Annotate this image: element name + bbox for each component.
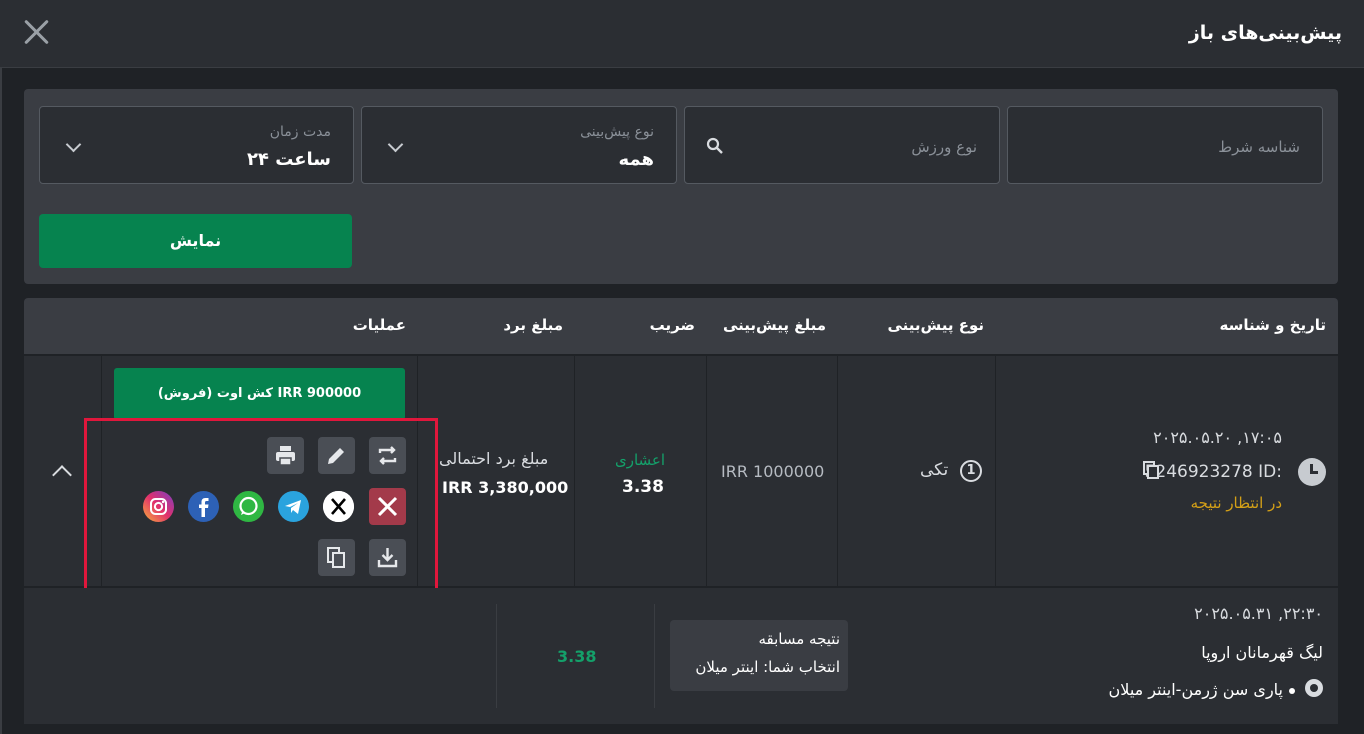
- bet-date: ۲۰۲۵.۰۵.۲۰ ,۱۷:۰۵: [1153, 428, 1282, 447]
- bet-type-value: همه: [618, 149, 654, 170]
- show-button[interactable]: نمایش: [39, 214, 352, 268]
- bet-type-label: تکی: [920, 460, 949, 480]
- instagram-icon: [143, 491, 174, 522]
- share-facebook-button[interactable]: [188, 491, 219, 522]
- period-value: ۲۴ ساعت: [246, 149, 331, 170]
- bet-id-input[interactable]: شناسه شرط: [1007, 106, 1323, 184]
- selection-odds: 3.38: [557, 647, 597, 666]
- edit-icon: [328, 448, 344, 464]
- bet-id-placeholder: شناسه شرط: [1218, 138, 1300, 156]
- modal-header: پیش‌بینی‌های باز: [0, 0, 1364, 68]
- search-icon: [706, 137, 723, 154]
- divider: [0, 68, 2, 734]
- header-win: مبلغ برد: [503, 316, 563, 334]
- bet-type-select[interactable]: نوع پیش‌بینی همه: [361, 106, 677, 184]
- sport-search-input[interactable]: نوع ورزش: [684, 106, 1000, 184]
- chevron-down-icon: [65, 136, 82, 153]
- divider: [101, 356, 102, 586]
- header-date-id: تاریخ و شناسه: [1219, 316, 1326, 334]
- close-icon[interactable]: [22, 18, 50, 46]
- share-telegram-button[interactable]: [278, 491, 309, 522]
- divider: [496, 604, 497, 708]
- repeat-button[interactable]: [369, 437, 406, 474]
- share-x-button[interactable]: [323, 491, 354, 522]
- possible-win-label: مبلغ برد احتمالی: [439, 449, 549, 468]
- table-row: ۲۰۲۵.۰۵.۲۰ ,۱۷:۰۵ 5246923278 ID: در انتظ…: [24, 356, 1338, 586]
- clock-icon: [1298, 458, 1326, 486]
- print-button[interactable]: [267, 437, 304, 474]
- cancel-button[interactable]: [369, 488, 406, 525]
- status-badge: در انتظار نتیجه: [1190, 494, 1282, 512]
- download-icon: [377, 548, 398, 568]
- chevron-up-icon[interactable]: [52, 465, 72, 485]
- header-bet-type: نوع پیش‌بینی: [887, 316, 984, 334]
- facebook-icon: [188, 491, 219, 522]
- page-title: پیش‌بینی‌های باز: [1188, 22, 1342, 44]
- edit-button[interactable]: [318, 437, 355, 474]
- selection-box: نتیجه مسابقه انتخاب شما: اینتر میلان: [670, 620, 848, 691]
- league-name: لیگ قهرمانان اروپا: [1201, 643, 1323, 662]
- odds-format: اعشاری: [615, 451, 666, 469]
- share-whatsapp-button[interactable]: [233, 491, 264, 522]
- odds-value: 3.38: [622, 477, 664, 497]
- telegram-icon: [278, 491, 309, 522]
- divider: [574, 356, 575, 586]
- whatsapp-icon: [233, 491, 264, 522]
- copy-icon: [327, 547, 345, 568]
- bet-id: 5246923278 ID:: [1145, 462, 1282, 482]
- possible-win-value: IRR 3,380,000: [442, 478, 569, 497]
- bet-type-label: نوع پیش‌بینی: [580, 124, 654, 140]
- bet-id-label: ID:: [1258, 462, 1282, 482]
- divider: [417, 356, 418, 586]
- bet-id-value: 5246923278: [1144, 462, 1253, 482]
- chevron-down-icon: [387, 136, 404, 153]
- cashout-button[interactable]: کش اوت (فروش) IRR 900000: [114, 368, 405, 420]
- filter-panel: شناسه شرط نوع ورزش نوع پیش‌بینی همه مدت …: [24, 89, 1338, 284]
- period-label: مدت زمان: [269, 124, 331, 140]
- divider: [995, 356, 996, 586]
- selection-name: انتخاب شما: اینتر میلان: [695, 658, 840, 676]
- sport-placeholder: نوع ورزش: [911, 138, 977, 156]
- period-select[interactable]: مدت زمان ۲۴ ساعت: [39, 106, 354, 184]
- cancel-icon: [377, 496, 398, 517]
- share-instagram-button[interactable]: [143, 491, 174, 522]
- header-odds: ضریب: [649, 316, 695, 334]
- divider: [654, 604, 655, 708]
- divider: [706, 356, 707, 586]
- soccer-ball-icon: [1305, 679, 1323, 697]
- match-name: پاری سن ژرمن-اینتر میلان: [1108, 680, 1283, 699]
- match-date: ۲۰۲۵.۰۵.۳۱ ,۲۲:۳۰: [1194, 604, 1323, 623]
- copy-icon[interactable]: [1143, 461, 1160, 480]
- download-button[interactable]: [369, 539, 406, 576]
- bullet: [1289, 688, 1295, 694]
- header-actions: عملیات: [352, 316, 406, 334]
- print-icon: [276, 446, 295, 466]
- market-name: نتیجه مسابقه: [758, 630, 840, 648]
- x-icon: [323, 491, 354, 522]
- stake-amount: IRR 1000000: [721, 462, 825, 481]
- divider: [837, 356, 838, 586]
- repeat-icon: [378, 446, 397, 465]
- table-header: تاریخ و شناسه نوع پیش‌بینی مبلغ پیش‌بینی…: [24, 298, 1338, 354]
- copy-button[interactable]: [318, 539, 355, 576]
- header-stake: مبلغ پیش‌بینی: [722, 316, 826, 334]
- single-bet-icon: 1: [960, 460, 982, 482]
- bet-detail-panel: ۲۰۲۵.۰۵.۳۱ ,۲۲:۳۰ لیگ قهرمانان اروپا پار…: [24, 588, 1338, 724]
